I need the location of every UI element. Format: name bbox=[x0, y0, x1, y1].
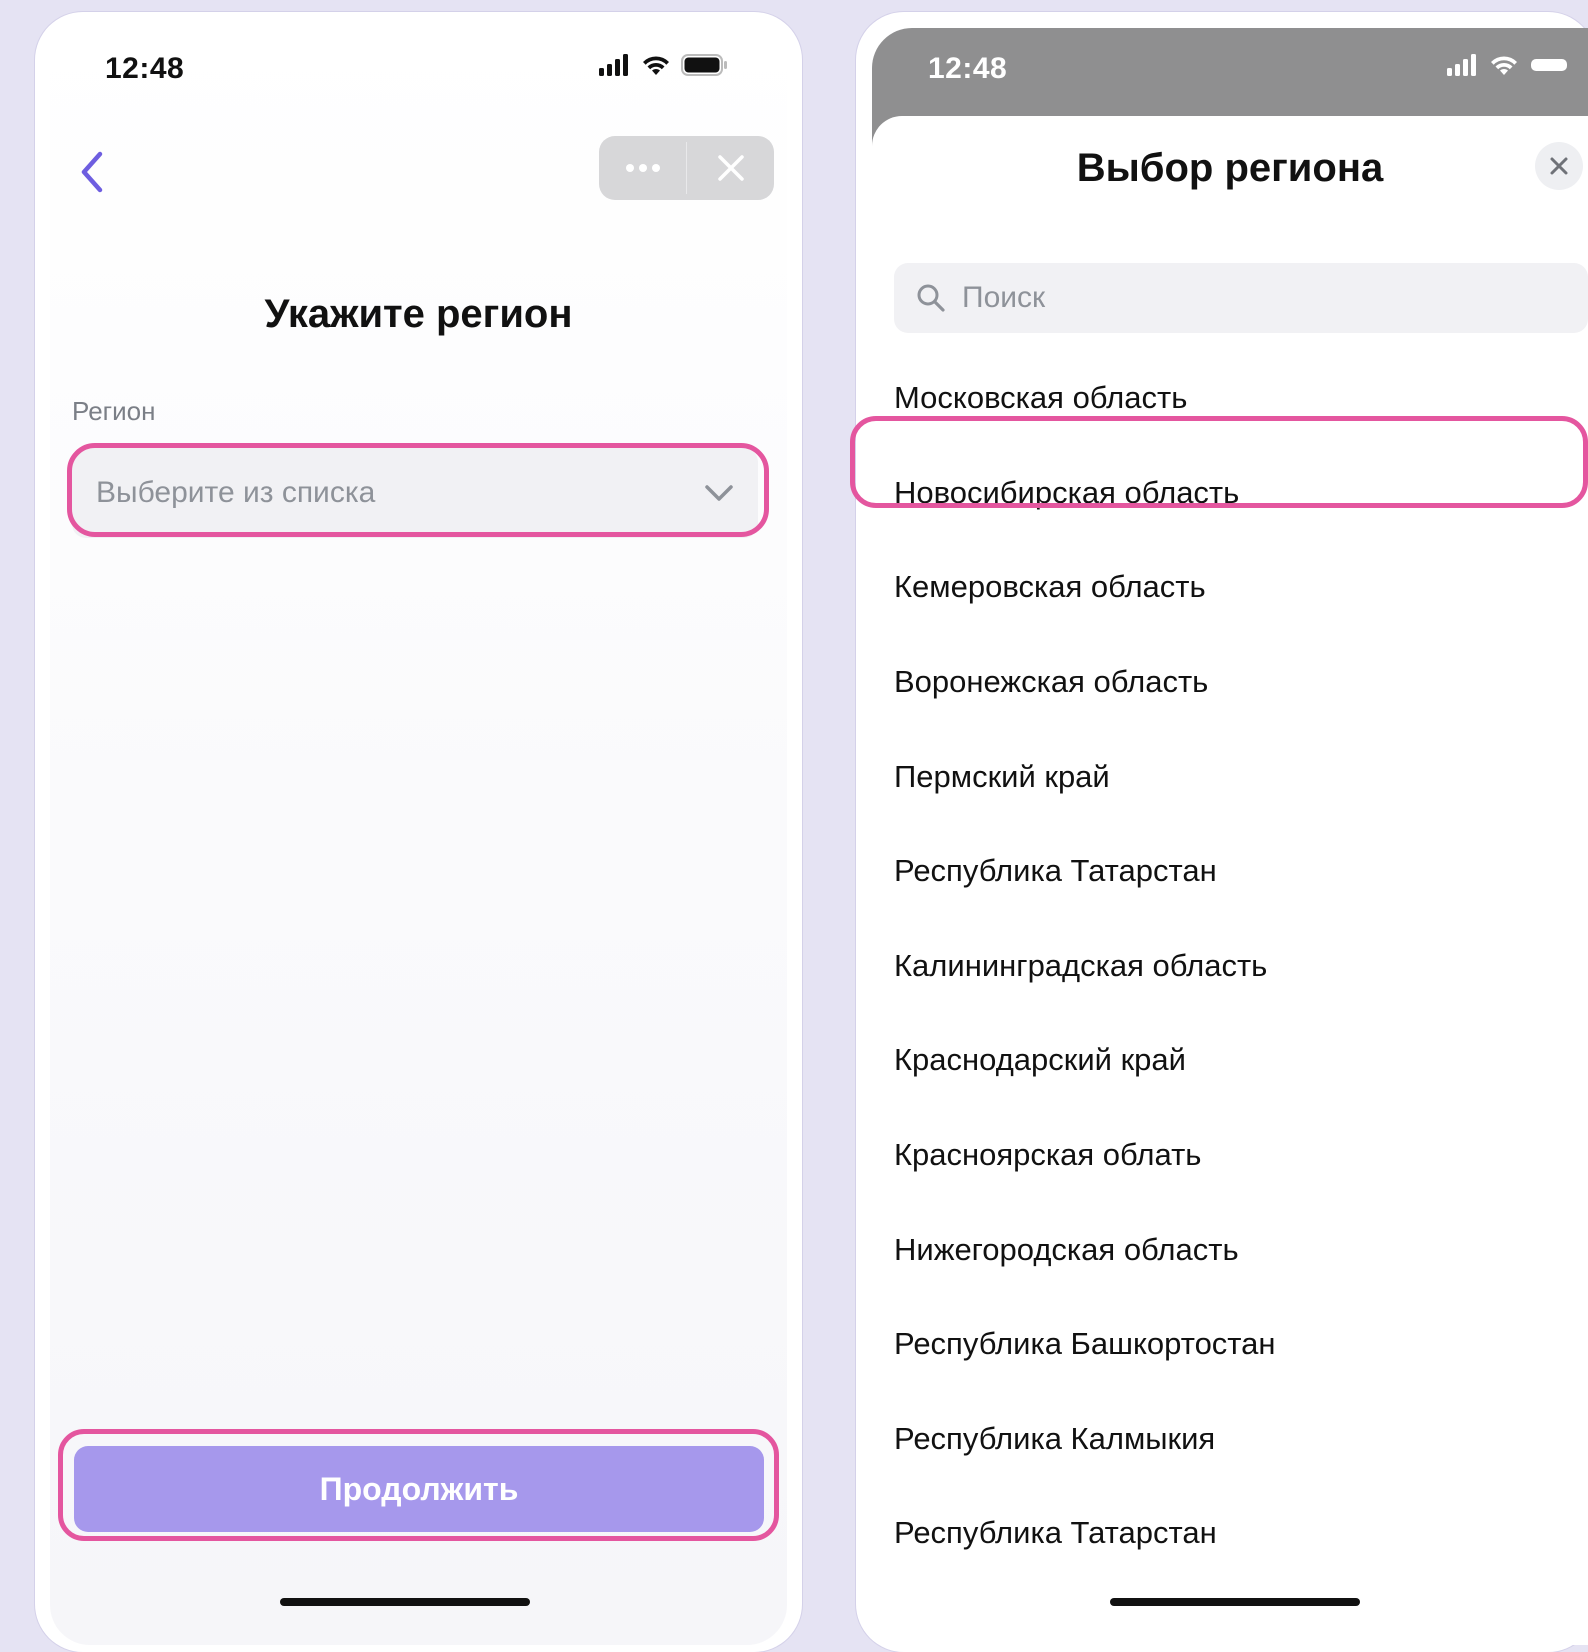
back-button[interactable] bbox=[72, 144, 112, 200]
region-select[interactable]: Выберите из списка bbox=[72, 448, 758, 538]
close-icon bbox=[1550, 157, 1568, 175]
chevron-down-icon bbox=[705, 485, 733, 501]
sheet-close-button[interactable] bbox=[1535, 142, 1583, 190]
continue-button[interactable]: Продолжить bbox=[74, 1446, 764, 1532]
signal-icon bbox=[599, 54, 628, 76]
region-item[interactable]: Красноярская облать bbox=[872, 1108, 1588, 1203]
region-picker-screen: 12:48 Выбор региона Поиск Московская обл… bbox=[872, 28, 1588, 1645]
search-input[interactable] bbox=[960, 280, 1524, 316]
region-item[interactable]: Республика Башкортостан bbox=[872, 1297, 1588, 1392]
status-icons bbox=[599, 54, 729, 76]
region-form-screen: 12:48 Укажите регион Регион Выберите из … bbox=[50, 28, 787, 1645]
battery-icon bbox=[1531, 59, 1567, 71]
sheet-title: Выбор региона bbox=[1076, 146, 1384, 190]
region-sheet: Выбор региона Московская область Новосиб… bbox=[872, 116, 1588, 1645]
signal-icon bbox=[1447, 54, 1476, 76]
region-item[interactable]: Новосибирская область bbox=[872, 446, 1588, 541]
status-time: 12:48 bbox=[105, 52, 185, 85]
wifi-icon bbox=[643, 56, 669, 75]
region-list: Московская область Новосибирская область… bbox=[872, 351, 1588, 1581]
more-dots-icon bbox=[625, 164, 660, 172]
mini-app-controls bbox=[599, 136, 774, 200]
region-item[interactable]: Воронежская область bbox=[872, 635, 1588, 730]
region-item[interactable]: Нижегородская область bbox=[872, 1202, 1588, 1297]
region-item[interactable]: Республика Калмыкия bbox=[872, 1392, 1588, 1487]
region-item[interactable]: Московская область bbox=[872, 351, 1588, 446]
region-item[interactable]: Республика Татарстан bbox=[872, 1486, 1588, 1581]
region-item[interactable]: Калининградская область bbox=[872, 919, 1588, 1014]
region-item[interactable]: Кемеровская область bbox=[872, 540, 1588, 635]
region-item[interactable]: Республика Татарстан bbox=[872, 824, 1588, 919]
search-box[interactable] bbox=[894, 263, 1588, 333]
home-indicator bbox=[280, 1598, 530, 1606]
search-icon bbox=[917, 284, 945, 312]
page-title: Укажите регион bbox=[264, 292, 573, 336]
more-button[interactable] bbox=[599, 136, 686, 200]
wifi-icon bbox=[1491, 56, 1517, 75]
status-icons bbox=[1447, 54, 1569, 76]
back-chevron-icon bbox=[81, 151, 103, 193]
close-icon bbox=[717, 155, 744, 181]
battery-icon bbox=[681, 54, 727, 76]
status-time: 12:48 bbox=[928, 52, 1008, 85]
region-item[interactable]: Краснодарский край bbox=[872, 1013, 1588, 1108]
region-item[interactable]: Пермский край bbox=[872, 729, 1588, 824]
close-button[interactable] bbox=[687, 136, 774, 200]
home-indicator bbox=[1110, 1598, 1360, 1606]
region-select-placeholder: Выберите из списка bbox=[96, 476, 376, 509]
region-field-label: Регион bbox=[72, 396, 156, 426]
